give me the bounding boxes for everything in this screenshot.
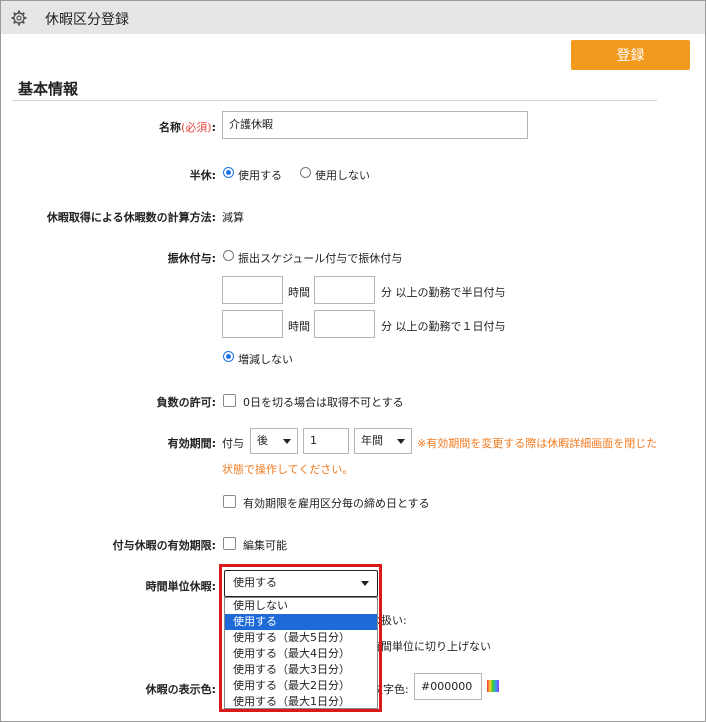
- name-input[interactable]: 介護休暇: [222, 111, 528, 139]
- substitute-label: 振休付与:: [167, 252, 216, 265]
- half-hours-unit: 時間: [288, 286, 310, 299]
- validity-number-input[interactable]: 1: [303, 428, 349, 454]
- section-divider: [12, 100, 657, 101]
- text-color-input[interactable]: #000000: [414, 673, 482, 700]
- validity-note-line1: ※有効期間を変更する際は休暇詳細画面を閉じた: [417, 437, 658, 450]
- title-bar: 休暇区分登録: [1, 1, 705, 34]
- chevron-down-icon: [397, 439, 405, 444]
- color-picker-icon[interactable]: [487, 680, 499, 692]
- name-label: 名称(必須):: [159, 121, 216, 134]
- validity-note-line2: 状態で操作してください。: [222, 463, 354, 476]
- half-day-nouse-label: 使用しない: [315, 169, 370, 182]
- validity-closing-text: 有効期限を雇用区分毎の締め日とする: [243, 497, 430, 510]
- section-title: 基本情報: [18, 80, 79, 98]
- half-minutes-text: 分 以上の勤務で半日付与: [381, 286, 506, 299]
- validity-timing-select[interactable]: 後: [250, 428, 298, 454]
- calc-method-value: 減算: [222, 211, 244, 224]
- save-button[interactable]: 登録: [571, 40, 690, 70]
- substitute-none-label: 増減しない: [238, 353, 293, 366]
- chevron-down-icon: [283, 439, 291, 444]
- validity-label: 有効期間:: [167, 437, 216, 450]
- validity-unit-select[interactable]: 年間: [354, 428, 412, 454]
- half-day-nouse-radio[interactable]: [300, 167, 311, 178]
- full-hours-input[interactable]: [222, 310, 283, 338]
- hourly-leave-label: 時間単位休暇:: [145, 580, 216, 593]
- half-day-use-label: 使用する: [238, 169, 282, 182]
- highlight-box: [219, 564, 382, 712]
- grant-validity-checkbox[interactable]: [223, 537, 236, 550]
- half-hours-input[interactable]: [222, 276, 283, 304]
- half-day-use-radio[interactable]: [223, 167, 234, 178]
- negative-label: 負数の許可:: [156, 396, 216, 409]
- half-day-label: 半休:: [189, 169, 216, 182]
- grant-validity-label: 付与休暇の有効期限:: [112, 539, 216, 552]
- gear-icon[interactable]: [11, 10, 27, 26]
- substitute-schedule-radio[interactable]: [223, 250, 234, 261]
- negative-check-text: 0日を切る場合は取得不可とする: [243, 396, 404, 409]
- display-color-label: 休暇の表示色:: [145, 683, 216, 696]
- hourly-behind-text2: 時間単位に切り上げない: [370, 640, 491, 653]
- full-minutes-text: 分 以上の勤務で１日付与: [381, 320, 506, 333]
- grant-validity-text: 編集可能: [243, 539, 287, 552]
- validity-timing-value: 後: [257, 434, 268, 447]
- substitute-schedule-label: 振出スケジュール付与で振休付与: [238, 252, 403, 265]
- substitute-none-radio[interactable]: [223, 351, 234, 362]
- calc-method-label: 休暇取得による休暇数の計算方法:: [46, 211, 216, 224]
- validity-prefix: 付与: [222, 437, 244, 450]
- half-minutes-input[interactable]: [314, 276, 375, 304]
- window-title: 休暇区分登録: [45, 12, 129, 28]
- validity-closing-checkbox[interactable]: [223, 495, 236, 508]
- negative-checkbox[interactable]: [223, 394, 236, 407]
- full-minutes-input[interactable]: [314, 310, 375, 338]
- full-hours-unit: 時間: [288, 320, 310, 333]
- validity-unit-value: 年間: [361, 434, 383, 447]
